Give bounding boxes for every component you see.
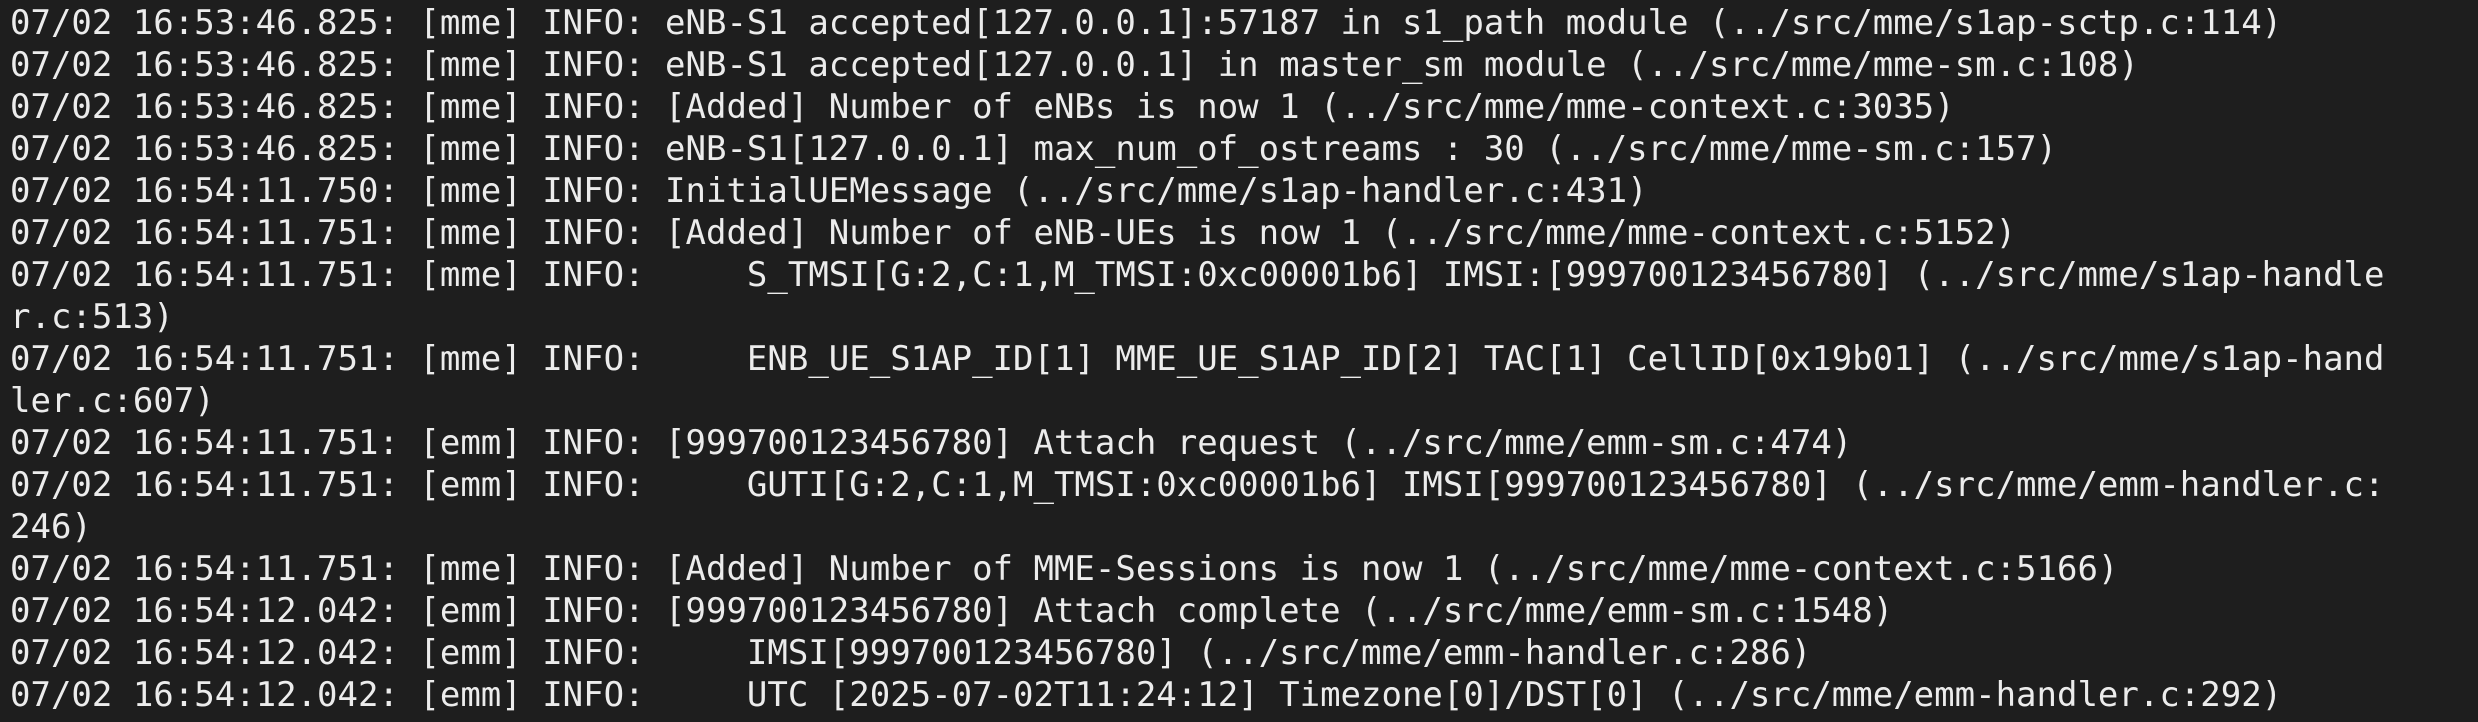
log-line: 07/02 16:54:12.042: [emm] INFO: IMSI[999… — [10, 633, 1812, 673]
log-line: 07/02 16:54:12.042: [emm] INFO: [9997001… — [10, 591, 1894, 631]
log-line: 07/02 16:54:12.042: [emm] INFO: UTC [202… — [10, 675, 2283, 715]
log-line: 07/02 16:54:11.751: [mme] INFO: S_TMSI[G… — [10, 255, 2385, 295]
log-line: 07/02 16:53:46.825: [mme] INFO: eNB-S1 a… — [10, 3, 2283, 43]
log-line: 07/02 16:53:46.825: [mme] INFO: eNB-S1 a… — [10, 45, 2139, 85]
log-line: 07/02 16:54:11.751: [emm] INFO: GUTI[G:2… — [10, 465, 2385, 505]
log-line: 07/02 16:54:11.751: [emm] INFO: [9997001… — [10, 423, 1853, 463]
log-line-wrap: r.c:513) — [10, 297, 174, 337]
log-line: 07/02 16:54:11.751: [mme] INFO: [Added] … — [10, 549, 2119, 589]
log-line-wrap: ler.c:607) — [10, 381, 215, 421]
log-line: 07/02 16:54:11.751: [mme] INFO: [Added] … — [10, 213, 2017, 253]
log-line-wrap: 246) — [10, 507, 92, 547]
log-line: 07/02 16:54:11.751: [mme] INFO: ENB_UE_S… — [10, 339, 2385, 379]
terminal-window[interactable]: 07/02 16:53:46.825: [mme] INFO: eNB-S1 a… — [0, 0, 2478, 722]
log-line: 07/02 16:53:46.825: [mme] INFO: eNB-S1[1… — [10, 129, 2057, 169]
log-line: 07/02 16:54:11.750: [mme] INFO: InitialU… — [10, 171, 1648, 211]
log-line: 07/02 16:53:46.825: [mme] INFO: [Added] … — [10, 87, 1955, 127]
